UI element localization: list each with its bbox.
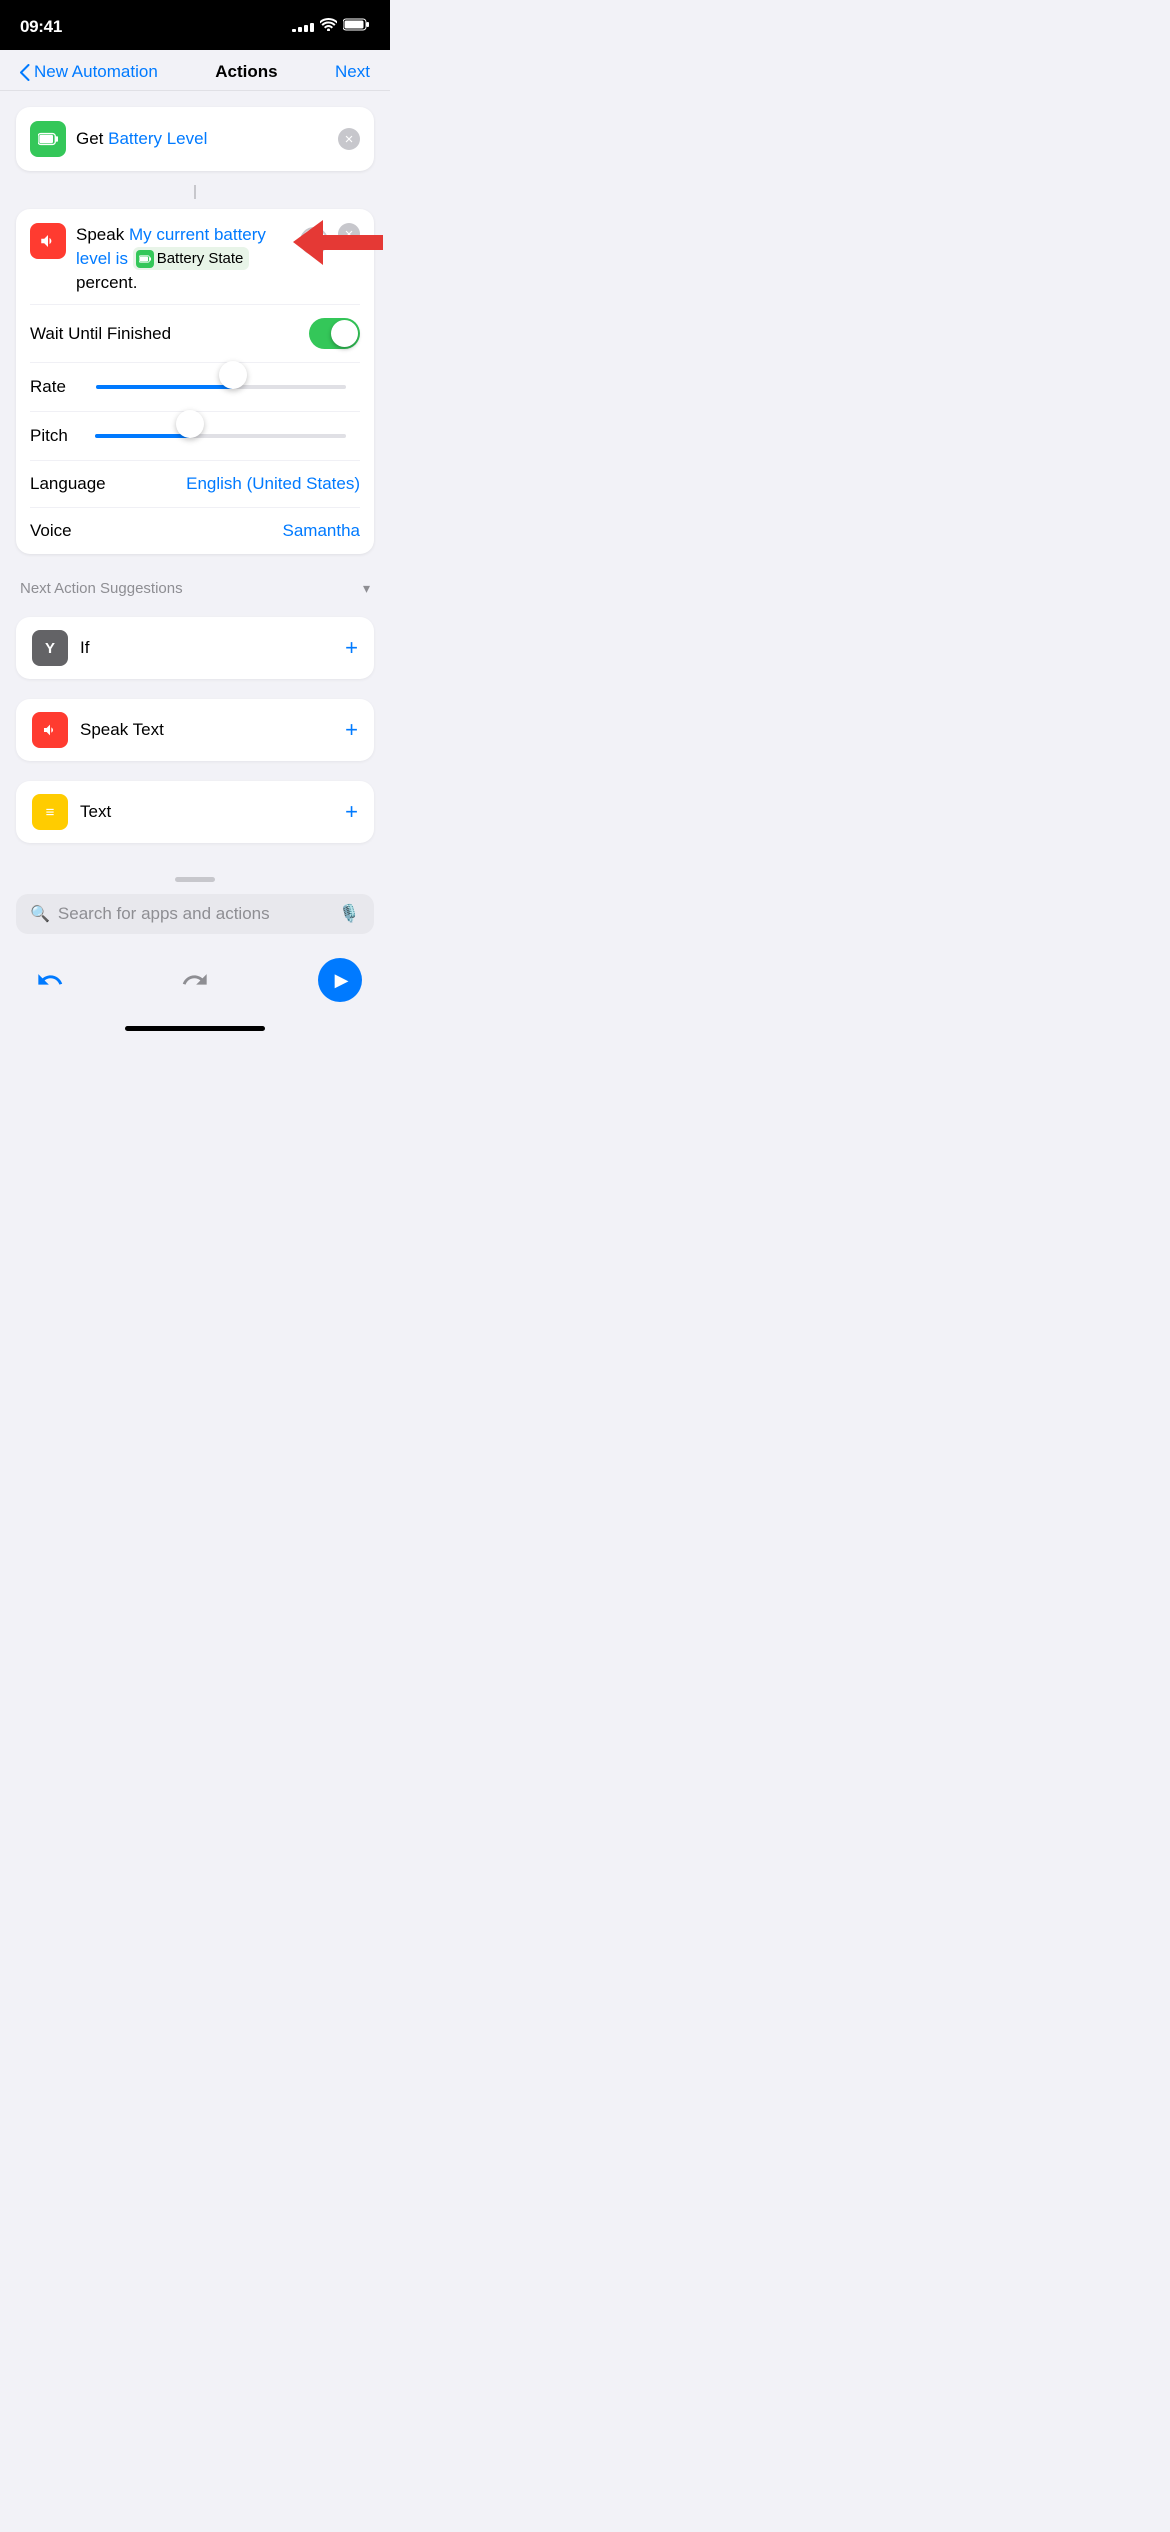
pitch-label: Pitch — [30, 426, 68, 446]
battery-icon — [343, 18, 370, 36]
speak-text-icon — [32, 712, 68, 748]
status-icons — [292, 18, 370, 36]
voice-row[interactable]: Voice Samantha — [16, 508, 374, 554]
home-indicator — [0, 1018, 390, 1041]
get-battery-card: Get Battery Level — [16, 107, 374, 171]
wifi-icon — [320, 18, 337, 36]
wait-toggle[interactable] — [309, 318, 360, 349]
wait-label: Wait Until Finished — [30, 324, 171, 344]
language-row[interactable]: Language English (United States) — [16, 461, 374, 507]
speak-header: Speak My current battery level is Batter… — [16, 209, 374, 304]
status-bar: 09:41 — [0, 0, 390, 50]
microphone-icon[interactable]: 🎙️ — [339, 904, 360, 924]
status-time: 09:41 — [20, 17, 62, 37]
speak-label: Speak — [76, 225, 129, 244]
redo-button[interactable] — [173, 958, 217, 1002]
get-text: Get Battery Level — [76, 129, 328, 149]
card-connector — [16, 185, 374, 199]
sheet-handle — [0, 869, 390, 886]
rate-row: Rate — [16, 363, 374, 411]
suggestion-speak-text[interactable]: Speak Text + — [16, 699, 374, 761]
nav-bar: New Automation Actions Next — [0, 50, 390, 91]
play-button[interactable]: ▶ — [318, 958, 362, 1002]
if-icon: Y — [32, 630, 68, 666]
text-add-button[interactable]: + — [345, 799, 358, 825]
battery-state-variable[interactable]: Battery State — [133, 247, 250, 270]
next-button[interactable]: Next — [335, 62, 370, 82]
search-container: 🔍 Search for apps and actions 🎙️ — [0, 886, 390, 946]
clear-speak-button[interactable] — [338, 223, 360, 245]
battery-state-text: Battery State — [157, 248, 244, 269]
toggle-thumb — [331, 320, 358, 347]
play-icon: ▶ — [335, 970, 349, 991]
text-icon: ≡ — [32, 794, 68, 830]
language-value: English (United States) — [186, 474, 360, 494]
speak-icon-badge — [30, 223, 66, 259]
search-placeholder: Search for apps and actions — [58, 904, 331, 924]
back-button[interactable]: New Automation — [20, 62, 158, 82]
search-bar[interactable]: 🔍 Search for apps and actions 🎙️ — [16, 894, 374, 934]
var-icon — [136, 250, 154, 268]
pitch-thumb[interactable] — [176, 410, 204, 438]
bottom-bar: ▶ — [0, 946, 390, 1018]
suggestions-chevron-icon[interactable]: ▾ — [363, 580, 370, 597]
voice-value: Samantha — [283, 521, 361, 541]
language-label: Language — [30, 474, 106, 494]
page-title: Actions — [215, 62, 277, 82]
voice-label: Voice — [30, 521, 72, 541]
suggestion-text[interactable]: ≡ Text + — [16, 781, 374, 843]
rate-slider[interactable] — [96, 373, 346, 401]
chevron-button[interactable] — [300, 227, 328, 255]
battery-level-variable[interactable]: Battery Level — [108, 129, 207, 148]
rate-thumb[interactable] — [219, 361, 247, 389]
wait-until-row: Wait Until Finished — [16, 305, 374, 362]
search-icon: 🔍 — [30, 904, 50, 924]
if-label: If — [80, 638, 345, 658]
suggestions-label: Next Action Suggestions — [20, 580, 183, 597]
battery-icon-badge — [30, 121, 66, 157]
speak-card: Speak My current battery level is Batter… — [16, 209, 374, 554]
clear-get-button[interactable] — [338, 128, 360, 150]
speak-text-add-button[interactable]: + — [345, 717, 358, 743]
suggestions-header: Next Action Suggestions ▾ — [16, 564, 374, 607]
signal-bars-icon — [292, 23, 314, 32]
undo-button[interactable] — [28, 958, 72, 1002]
back-label: New Automation — [34, 62, 158, 82]
if-add-button[interactable]: + — [345, 635, 358, 661]
get-row: Get Battery Level — [16, 107, 374, 171]
speak-suffix: percent. — [76, 273, 137, 292]
rate-label: Rate — [30, 377, 66, 397]
speak-text-container: Speak My current battery level is Batter… — [76, 223, 290, 294]
speak-text-label: Speak Text — [80, 720, 345, 740]
text-label: Text — [80, 802, 345, 822]
chevron-area — [300, 223, 328, 255]
suggestion-if[interactable]: Y If + — [16, 617, 374, 679]
pitch-row: Pitch — [16, 412, 374, 460]
pitch-slider[interactable] — [95, 422, 346, 450]
main-content: Get Battery Level Speak My current batte… — [0, 91, 390, 869]
